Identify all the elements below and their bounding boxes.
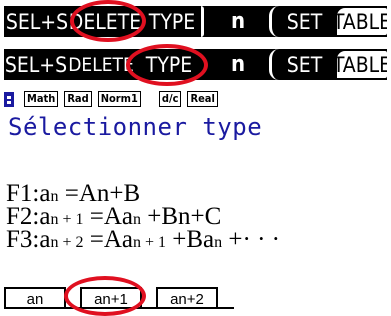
soft-key-an-plus-1[interactable]: an+1 [80,287,142,309]
type-option-f3: F3:an + 2 =Aan + 1 +Ban +· · · [6,226,280,253]
menu-key-label: TABLE [337,52,387,77]
menu-key-label: TYPE [148,9,196,34]
menu-key-label: n [230,9,246,34]
mode-display: Norm1 [97,91,141,107]
battery-icon [4,91,14,107]
menu-key-label: TABLE [337,9,387,34]
menu-key-label: SEL+S [4,52,68,77]
mode-angle: Rad [64,91,92,107]
menu-key-label: DELETE [68,53,134,76]
menu-key-label: n [230,52,246,77]
soft-key-baseline [4,307,234,309]
function-menu-bar-top: SEL+S DELETE TYPE n SET TABLE [4,6,387,37]
menu-key-label: SET [286,52,323,77]
menu-key-label: SEL+S [5,9,69,34]
mode-complex: Real [187,91,218,107]
mode-fraction: d/c [158,91,182,107]
function-menu-bar-second: SEL+S DELETE TYPE n SET TABLE [4,49,387,80]
menu-key-table[interactable]: TABLE [337,8,387,35]
soft-key-an-plus-2[interactable]: an+2 [156,287,218,309]
menu-key-set[interactable]: SET [269,6,337,37]
menu-key-sel-s[interactable]: SEL+S [4,6,70,37]
menu-key-delete[interactable]: DELETE [70,6,140,37]
menu-key-table[interactable]: TABLE [337,51,387,78]
menu-key-label: TYPE [145,52,193,77]
menu-key-n[interactable]: n [207,6,269,37]
status-bar: Math Rad Norm1 d/c Real [4,90,218,108]
menu-key-n[interactable]: n [207,49,269,80]
menu-key-delete[interactable]: DELETE [68,49,134,80]
menu-key-type[interactable]: TYPE [140,6,204,37]
menu-key-label: SET [286,9,323,34]
menu-key-set[interactable]: SET [269,49,337,80]
screen-title: Sélectionner type [8,113,263,141]
menu-key-type[interactable]: TYPE [134,49,204,80]
soft-key-an[interactable]: an [4,287,66,309]
menu-key-sel-s[interactable]: SEL+S [4,49,68,80]
mode-math: Math [24,91,59,107]
menu-key-label: DELETE [70,9,140,34]
